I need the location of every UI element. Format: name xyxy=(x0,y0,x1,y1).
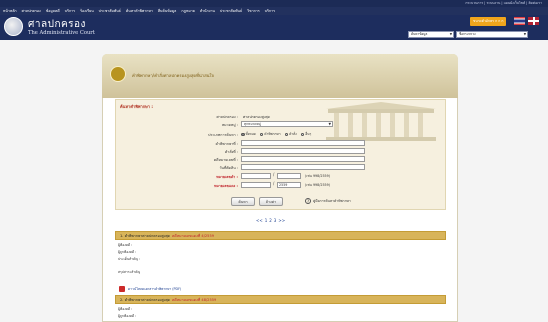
clear-button[interactable]: ล้างค่า xyxy=(259,197,283,206)
chevron-down-icon: ▼ xyxy=(328,122,331,126)
black-case-hint: (เช่น 998/2559) xyxy=(305,174,331,178)
result-line: สรุปสาระสำคัญ xyxy=(118,270,141,274)
radio-dot-icon xyxy=(284,132,289,137)
result-line: ผู้ฟ้องคดี : xyxy=(118,243,133,247)
search-category-select[interactable]: ค้นหาข้อมูล ▼ xyxy=(408,31,454,38)
category-select[interactable]: ทุกหมวดหมู่ ▼ xyxy=(241,121,333,127)
court-building-illustration xyxy=(326,102,436,141)
radio-dot-icon xyxy=(259,132,264,137)
ministry-select[interactable]: ชื่อกระทรวง ▼ xyxy=(456,31,528,38)
nav-item[interactable]: วิชาการ xyxy=(247,8,260,14)
help-icon[interactable]: ? xyxy=(305,198,311,204)
radio-judgment[interactable]: คำพิพากษา xyxy=(259,132,281,137)
red-case-hint: (เช่น 998/2559) xyxy=(305,183,331,187)
decision-date-input[interactable] xyxy=(241,164,365,170)
result-title: 2. คำพิพากษาศาลปกครองสูงสุด xyxy=(120,297,170,302)
site-logo-english[interactable]: The Administrative Court xyxy=(28,30,95,36)
radio-label: คำพิพากษา xyxy=(264,132,281,136)
nav-item[interactable]: ร้องเรียน xyxy=(80,8,94,14)
utility-links[interactable]: กระบวนการ | ระบบงาน | แผนผังเว็บไซต์ | ต… xyxy=(465,1,542,6)
radio-dot-icon xyxy=(300,132,305,137)
nav-item[interactable]: สืบค้นข้อมูล xyxy=(158,8,177,14)
nav-item[interactable]: บริการ xyxy=(65,8,75,14)
radio-order[interactable]: คำสั่ง xyxy=(284,132,297,137)
court-emblem-icon[interactable] xyxy=(4,17,23,36)
radio-label: คำสั่ง xyxy=(289,132,297,136)
category-select-value: ทุกหมวดหมู่ xyxy=(244,122,261,126)
court-label: ศาลปกครอง : xyxy=(216,115,238,119)
form-heading: ค้นหาคำพิพากษา : xyxy=(120,104,154,109)
chevron-down-icon: ▼ xyxy=(449,32,452,36)
pdf-icon[interactable] xyxy=(119,286,125,292)
nav-item[interactable]: ประชาสัมพันธ์ xyxy=(99,8,121,14)
search-type-label: ประเภทการค้นหา : xyxy=(208,133,238,137)
result-case-number: คดีหมายเลขแดงที่ 48/2559 xyxy=(172,297,217,302)
radio-dot-icon xyxy=(241,132,245,137)
nav-item[interactable]: กฎหมาย xyxy=(181,8,194,14)
order-number-label: คำสั่งที่ : xyxy=(224,150,238,154)
radio-label: อื่นๆ xyxy=(305,132,312,136)
font-size-control[interactable]: ขนาดตัวอักษร ก ก ก xyxy=(470,17,507,26)
order-number-input[interactable] xyxy=(241,148,365,154)
radio-label: ทั้งหมด xyxy=(245,132,256,136)
result-line: ผู้ถูกฟ้องคดี : xyxy=(118,314,137,318)
search-category-value: ค้นหาข้อมูล xyxy=(411,32,428,36)
result-line: ผู้ฟ้องคดี : xyxy=(118,307,133,311)
thai-flag-icon[interactable] xyxy=(514,17,525,25)
english-flag-icon[interactable] xyxy=(528,17,539,25)
help-link[interactable]: คู่มือการค้นหาคำพิพากษา xyxy=(313,199,351,204)
nav-item[interactable]: ค้นหาคำพิพากษา xyxy=(126,8,153,14)
nav-item[interactable]: ศาลปกครอง xyxy=(22,8,41,14)
category-label: หมวดหมู่ : xyxy=(221,123,238,127)
result-title-bar[interactable]: 2. คำพิพากษาศาลปกครองสูงสุด คดีหมายเลขแด… xyxy=(115,295,446,304)
decision-date-label: วันที่ตัดสิน : xyxy=(219,166,238,170)
judgment-number-input[interactable] xyxy=(241,140,365,146)
pagination-page[interactable]: 3 xyxy=(274,218,277,223)
slash-separator: / xyxy=(273,181,275,186)
radio-all[interactable]: ทั้งหมด xyxy=(241,132,256,137)
chevron-down-icon: ▼ xyxy=(523,32,526,36)
black-case-year-input[interactable] xyxy=(277,173,301,179)
pagination: << 1 2 3 >> xyxy=(256,218,285,223)
pagination-page[interactable]: 2 xyxy=(269,218,272,223)
nav-item[interactable]: ข้อมูลคดี xyxy=(46,8,60,14)
black-case-label: หมายเลขดำ : xyxy=(216,175,238,179)
case-number-input[interactable] xyxy=(241,156,365,162)
result-case-number: คดีหมายเลขแดงที่ 4/2559 xyxy=(172,233,215,238)
pdf-download-link[interactable]: ดาวน์โหลดเอกสารคำพิพากษา (PDF) xyxy=(128,287,181,292)
nav-item[interactable]: สำนักงาน xyxy=(200,8,215,14)
radio-other[interactable]: อื่นๆ xyxy=(300,132,312,137)
nav-item[interactable]: หน้าหลัก xyxy=(3,8,17,14)
result-line: ผู้ถูกฟ้องคดี : xyxy=(118,250,137,254)
judgment-number-label: คำพิพากษาที่ : xyxy=(215,142,238,146)
case-number-label: คดีหมายเลขที่ : xyxy=(213,158,238,162)
pagination-prev[interactable]: << xyxy=(256,218,263,223)
slash-separator: / xyxy=(273,172,275,177)
nav-item[interactable]: ประชาสัมพันธ์ xyxy=(220,8,242,14)
red-case-year-input[interactable]: 2559 xyxy=(277,182,301,188)
result-line: ประเด็นสำคัญ : xyxy=(118,257,141,261)
court-value: ศาลปกครองสูงสุด xyxy=(243,115,270,119)
nav-item[interactable]: บริการ xyxy=(265,8,275,14)
search-button[interactable]: ค้นหา xyxy=(231,197,255,206)
main-navigation: หน้าหลัก ศาลปกครอง ข้อมูลคดี บริการ ร้อง… xyxy=(0,7,548,15)
pagination-page[interactable]: 1 xyxy=(265,218,268,223)
pagination-next[interactable]: >> xyxy=(278,218,285,223)
black-case-number-input[interactable] xyxy=(241,173,271,179)
red-case-label: หมายเลขแดง : xyxy=(214,184,238,188)
ministry-select-value: ชื่อกระทรวง xyxy=(459,32,476,36)
panel-title: คำพิพากษา/คำสั่งศาลปกครองสูงสุดที่น่าสนใ… xyxy=(132,73,214,78)
result-title-bar[interactable]: 1. คำพิพากษาศาลปกครองสูงสุด คดีหมายเลขแด… xyxy=(115,231,446,240)
court-badge-icon xyxy=(110,66,126,82)
result-title: 1. คำพิพากษาศาลปกครองสูงสุด xyxy=(120,233,170,238)
search-type-radios: ทั้งหมด คำพิพากษา คำสั่ง อื่นๆ xyxy=(241,132,313,137)
red-case-number-input[interactable] xyxy=(241,182,271,188)
